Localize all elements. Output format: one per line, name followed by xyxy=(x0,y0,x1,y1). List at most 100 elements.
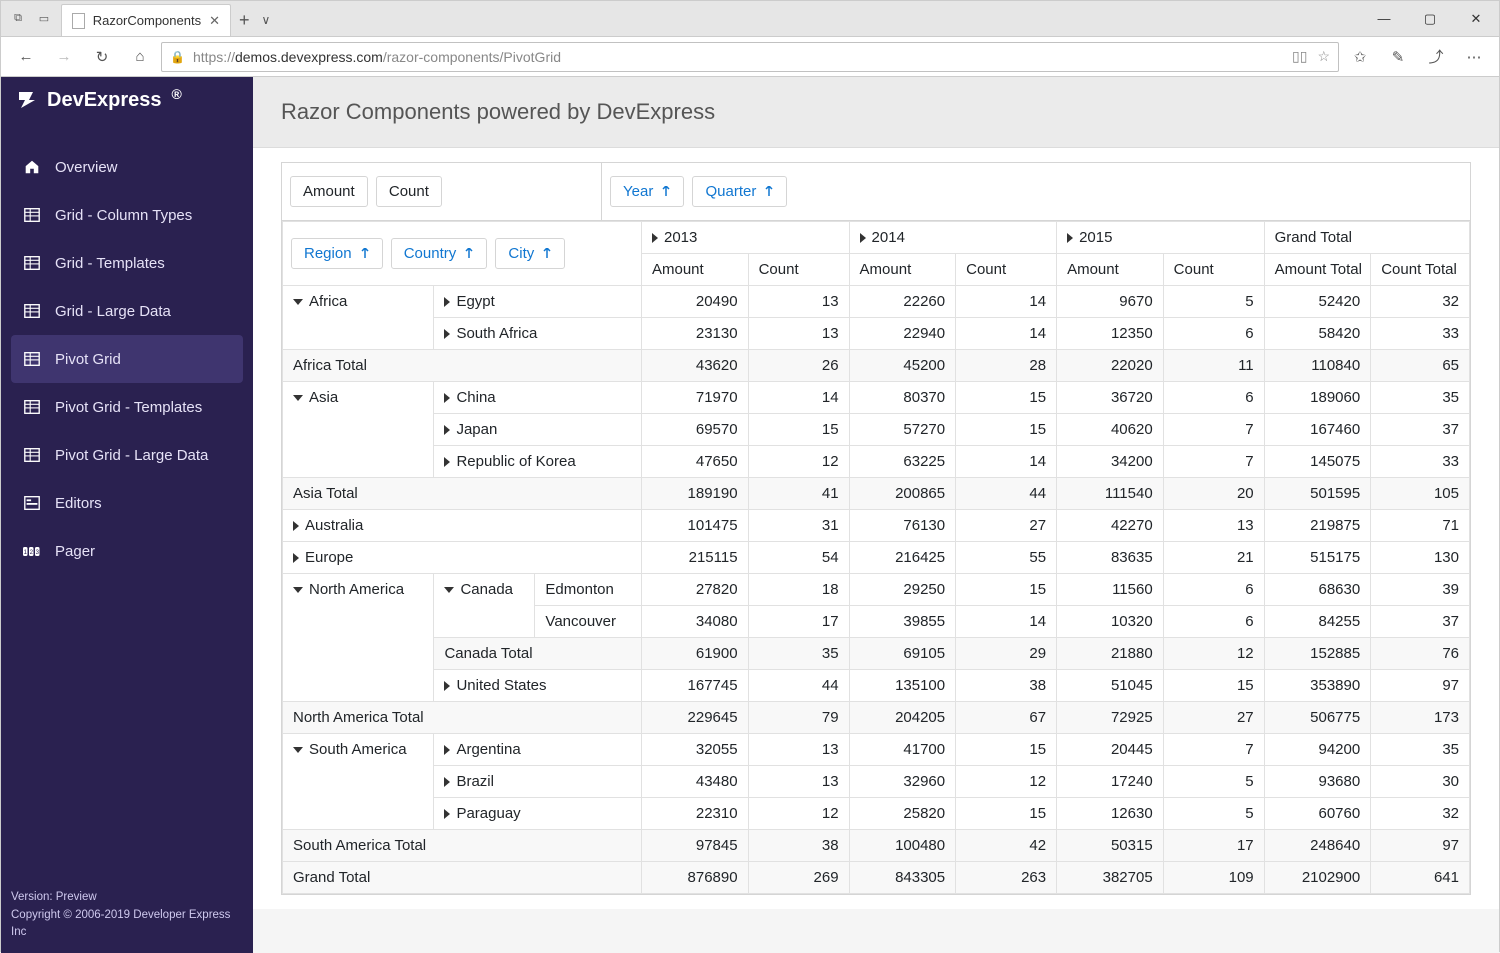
year-header-2014[interactable]: 2014 xyxy=(849,222,1057,254)
measure-header: Amount xyxy=(642,254,749,286)
expand-icon xyxy=(652,233,658,243)
data-cell: 38 xyxy=(748,830,849,862)
sidebar-nav: OverviewGrid - Column TypesGrid - Templa… xyxy=(1,123,253,877)
favorites-hub-icon[interactable]: ✩ xyxy=(1343,40,1377,74)
data-cell: 13 xyxy=(1163,510,1264,542)
tab-actions-icon[interactable]: ⧉ xyxy=(7,8,29,30)
data-cell: 60760 xyxy=(1264,798,1371,830)
country-cell[interactable]: Paraguay xyxy=(434,798,642,830)
region-cell[interactable]: Africa xyxy=(283,286,434,350)
data-cell: 15 xyxy=(748,414,849,446)
sidebar-item-pivot-grid-large-data[interactable]: Pivot Grid - Large Data xyxy=(11,431,243,479)
grid-icon xyxy=(23,254,41,272)
brand-name: DevExpress xyxy=(47,89,162,112)
data-cell: 11 xyxy=(1163,350,1264,382)
country-cell[interactable]: South Africa xyxy=(434,318,642,350)
data-cell: 50315 xyxy=(1057,830,1164,862)
data-cell: 17 xyxy=(1163,830,1264,862)
data-cell: 43620 xyxy=(642,350,749,382)
new-tab-icon[interactable]: + xyxy=(239,10,250,31)
data-cell: 173 xyxy=(1371,702,1470,734)
grid-icon xyxy=(23,398,41,416)
window-maximize-icon[interactable]: ▢ xyxy=(1407,1,1453,36)
sidebar-item-label: Grid - Large Data xyxy=(55,303,171,320)
country-cell[interactable]: Republic of Korea xyxy=(434,446,642,478)
table-row: North America Total229645792042056772925… xyxy=(283,702,1470,734)
collapse-icon xyxy=(293,587,303,593)
region-cell[interactable]: Asia xyxy=(283,382,434,478)
data-cell: 69570 xyxy=(642,414,749,446)
data-cell: 35 xyxy=(748,638,849,670)
browser-tab[interactable]: RazorComponents ✕ xyxy=(61,4,231,36)
data-cell: 27820 xyxy=(642,574,749,606)
data-cell: 15 xyxy=(956,574,1057,606)
data-cell: 152885 xyxy=(1264,638,1371,670)
region-cell[interactable]: North America xyxy=(283,574,434,702)
field-quarter[interactable]: Quarter xyxy=(692,176,787,207)
nav-refresh-icon[interactable]: ↻ xyxy=(85,40,119,74)
address-bar[interactable]: 🔒 https://demos.devexpress.com/razor-com… xyxy=(161,42,1339,72)
data-cell: 13 xyxy=(748,318,849,350)
notes-icon[interactable]: ✎ xyxy=(1381,40,1415,74)
tab-preview-icon[interactable]: ▭ xyxy=(33,8,55,30)
grand-total-header: Grand Total xyxy=(1264,222,1469,254)
region-cell[interactable]: South America xyxy=(283,734,434,830)
country-cell[interactable]: Egypt xyxy=(434,286,642,318)
country-cell[interactable]: China xyxy=(434,382,642,414)
nav-forward-icon[interactable]: → xyxy=(47,40,81,74)
sidebar-item-label: Pager xyxy=(55,543,95,560)
data-cell: 42 xyxy=(956,830,1057,862)
nav-back-icon[interactable]: ← xyxy=(9,40,43,74)
country-cell[interactable]: Brazil xyxy=(434,766,642,798)
favorite-icon[interactable]: ☆ xyxy=(1317,48,1330,65)
app-root: DevExpress® OverviewGrid - Column TypesG… xyxy=(1,77,1499,953)
settings-icon[interactable]: ⋯ xyxy=(1457,40,1491,74)
year-header-2015[interactable]: 2015 xyxy=(1057,222,1265,254)
country-cell[interactable]: Argentina xyxy=(434,734,642,766)
data-cell: 33 xyxy=(1371,446,1470,478)
field-country[interactable]: Country xyxy=(391,238,488,269)
region-cell[interactable]: Europe xyxy=(283,542,642,574)
window-close-icon[interactable]: ✕ xyxy=(1453,1,1499,36)
sidebar-item-pivot-grid[interactable]: Pivot Grid xyxy=(11,335,243,383)
url-text: https://demos.devexpress.com/razor-compo… xyxy=(193,49,561,65)
sidebar-item-pager[interactable]: 123Pager xyxy=(11,527,243,575)
table-row: Canada Total6190035691052921880121528857… xyxy=(283,638,1470,670)
collapse-icon xyxy=(444,587,454,593)
data-cell: 37 xyxy=(1371,414,1470,446)
field-count[interactable]: Count xyxy=(376,176,442,207)
sidebar-item-overview[interactable]: Overview xyxy=(11,143,243,191)
sidebar-item-editors[interactable]: Editors xyxy=(11,479,243,527)
sidebar-item-grid-templates[interactable]: Grid - Templates xyxy=(11,239,243,287)
region-cell[interactable]: Australia xyxy=(283,510,642,542)
tab-overflow-icon[interactable]: ∨ xyxy=(262,13,271,27)
field-year[interactable]: Year xyxy=(610,176,684,207)
row-total-label: Canada Total xyxy=(434,638,642,670)
sidebar-item-pivot-grid-templates[interactable]: Pivot Grid - Templates xyxy=(11,383,243,431)
measure-header: Count xyxy=(1163,254,1264,286)
year-header-2013[interactable]: 2013 xyxy=(642,222,850,254)
window-minimize-icon[interactable]: — xyxy=(1361,1,1407,36)
data-cell: 15 xyxy=(956,798,1057,830)
field-city[interactable]: City xyxy=(495,238,565,269)
field-amount[interactable]: Amount xyxy=(290,176,368,207)
data-cell: 12350 xyxy=(1057,318,1164,350)
country-cell[interactable]: Japan xyxy=(434,414,642,446)
data-cell: 51045 xyxy=(1057,670,1164,702)
data-cell: 97845 xyxy=(642,830,749,862)
country-cell[interactable]: United States xyxy=(434,670,642,702)
sidebar-item-label: Pivot Grid - Large Data xyxy=(55,447,208,464)
sidebar-item-grid-large-data[interactable]: Grid - Large Data xyxy=(11,287,243,335)
country-cell[interactable]: Canada xyxy=(434,574,535,638)
row-total-label: Asia Total xyxy=(283,478,642,510)
field-region[interactable]: Region xyxy=(291,238,383,269)
sidebar-item-grid-column-types[interactable]: Grid - Column Types xyxy=(11,191,243,239)
data-cell: 515175 xyxy=(1264,542,1371,574)
share-icon[interactable]: ⤴ xyxy=(1419,40,1453,74)
reading-view-icon[interactable]: ▯▯ xyxy=(1292,48,1307,65)
page-title: Razor Components powered by DevExpress xyxy=(253,77,1499,148)
data-cell: 68630 xyxy=(1264,574,1371,606)
close-tab-icon[interactable]: ✕ xyxy=(209,13,220,29)
nav-home-icon[interactable]: ⌂ xyxy=(123,40,157,74)
data-cell: 44 xyxy=(748,670,849,702)
